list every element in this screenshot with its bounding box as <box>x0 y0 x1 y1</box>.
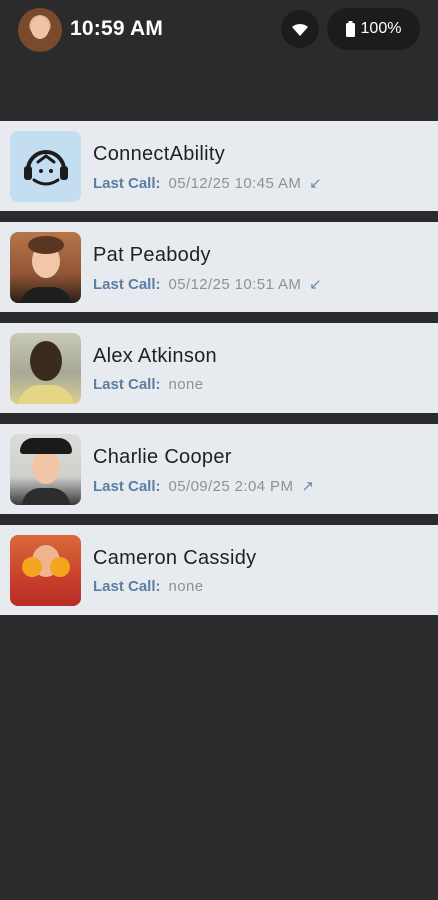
last-call-line: Last Call: 05/12/25 10:51 AM ↙ <box>93 275 322 294</box>
wifi-status-button[interactable] <box>281 10 319 48</box>
contact-name: Cameron Cassidy <box>93 547 257 569</box>
contact-photo <box>10 232 81 303</box>
user-avatar[interactable] <box>18 8 62 52</box>
last-call-value: none <box>168 376 204 393</box>
contact-row[interactable]: ConnectAbility Last Call: 05/12/25 10:45… <box>0 121 438 211</box>
last-call-label: Last Call: <box>93 376 161 393</box>
battery-status-button[interactable]: 100% <box>327 8 420 50</box>
contact-row[interactable]: Cameron Cassidy Last Call: none <box>0 525 438 615</box>
contact-row[interactable]: Pat Peabody Last Call: 05/12/25 10:51 AM… <box>0 222 438 312</box>
headset-icon <box>23 149 68 185</box>
wifi-icon <box>292 23 308 36</box>
last-call-label: Last Call: <box>93 578 161 595</box>
last-call-label: Last Call: <box>93 174 161 192</box>
contact-name: Charlie Cooper <box>93 446 232 468</box>
battery-icon <box>345 21 355 37</box>
last-call-line: Last Call: none <box>93 578 204 595</box>
status-time: 10:59 AM <box>70 17 164 40</box>
last-call-line: Last Call: 05/12/25 10:45 AM ↙ <box>93 174 322 193</box>
contact-list: ConnectAbility Last Call: 05/12/25 10:45… <box>0 121 438 626</box>
contact-row[interactable]: Charlie Cooper Last Call: 05/09/25 2:04 … <box>0 424 438 514</box>
contact-photo <box>10 535 81 606</box>
last-call-value: 05/09/25 2:04 PM <box>168 477 294 495</box>
incoming-call-icon: ↙ <box>309 175 322 192</box>
last-call-label: Last Call: <box>93 275 161 293</box>
outgoing-call-icon: ↗ <box>301 478 314 495</box>
last-call-value: 05/12/25 10:51 AM <box>168 275 302 293</box>
last-call-value: none <box>168 578 204 595</box>
contact-photo <box>10 434 81 505</box>
contact-name: ConnectAbility <box>93 143 226 165</box>
incoming-call-icon: ↙ <box>309 276 322 293</box>
last-call-line: Last Call: none <box>93 376 204 393</box>
status-bar: 10:59 AM 100% <box>0 0 438 58</box>
last-call-line: Last Call: 05/09/25 2:04 PM ↗ <box>93 477 314 496</box>
contact-photo <box>10 333 81 404</box>
contact-photo <box>10 131 81 202</box>
last-call-label: Last Call: <box>93 477 161 495</box>
last-call-value: 05/12/25 10:45 AM <box>168 174 302 192</box>
contact-row[interactable]: Alex Atkinson Last Call: none <box>0 323 438 413</box>
battery-percentage: 100% <box>360 20 402 37</box>
contact-name: Alex Atkinson <box>93 345 217 367</box>
contact-name: Pat Peabody <box>93 244 211 266</box>
